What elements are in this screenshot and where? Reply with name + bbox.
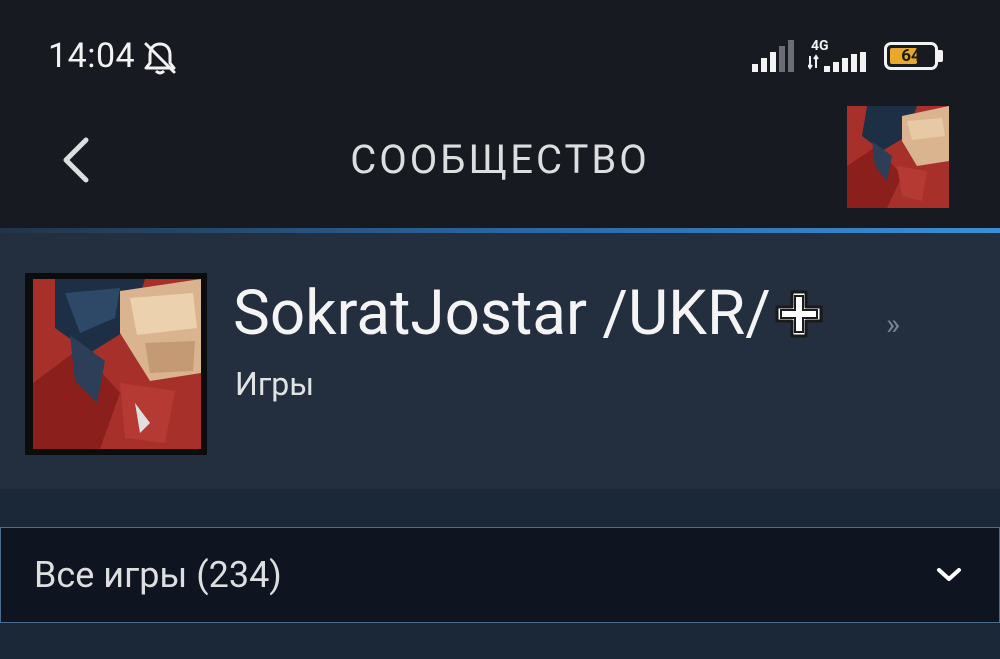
more-chevron-icon[interactable]: » <box>886 307 900 342</box>
plus-icon <box>775 290 823 338</box>
profile-name[interactable]: SokratJostar /UKR/ <box>233 277 825 350</box>
bell-off-icon <box>144 42 176 75</box>
chevron-down-icon <box>937 568 961 581</box>
status-bar: 14:04 4G 64 <box>0 0 1000 110</box>
signal-4g-icon <box>808 52 866 72</box>
games-filter-dropdown[interactable]: Все игры (234) <box>0 527 1000 623</box>
signal-icon <box>752 40 794 72</box>
app-bar: СООБЩЕСТВО <box>0 106 1000 228</box>
avatar-image <box>847 106 949 208</box>
back-button[interactable] <box>46 130 106 190</box>
header-avatar[interactable] <box>847 106 949 208</box>
chevron-left-icon <box>63 137 89 183</box>
battery-icon: 64 <box>884 42 938 70</box>
profile-header: SokratJostar /UKR/ » Игры <box>0 233 1000 489</box>
profile-section-subtitle: Игры <box>235 365 315 403</box>
avatar-image <box>25 273 207 455</box>
profile-name-text: SokratJostar /UKR/ <box>233 277 771 350</box>
status-time: 14:04 <box>48 36 136 76</box>
main-content: Все игры (234) <box>0 489 1000 659</box>
battery-tip <box>938 50 943 62</box>
games-filter-value: Все игры (234) <box>34 554 282 596</box>
profile-avatar[interactable] <box>25 273 207 455</box>
battery-level: 64 <box>901 46 921 66</box>
